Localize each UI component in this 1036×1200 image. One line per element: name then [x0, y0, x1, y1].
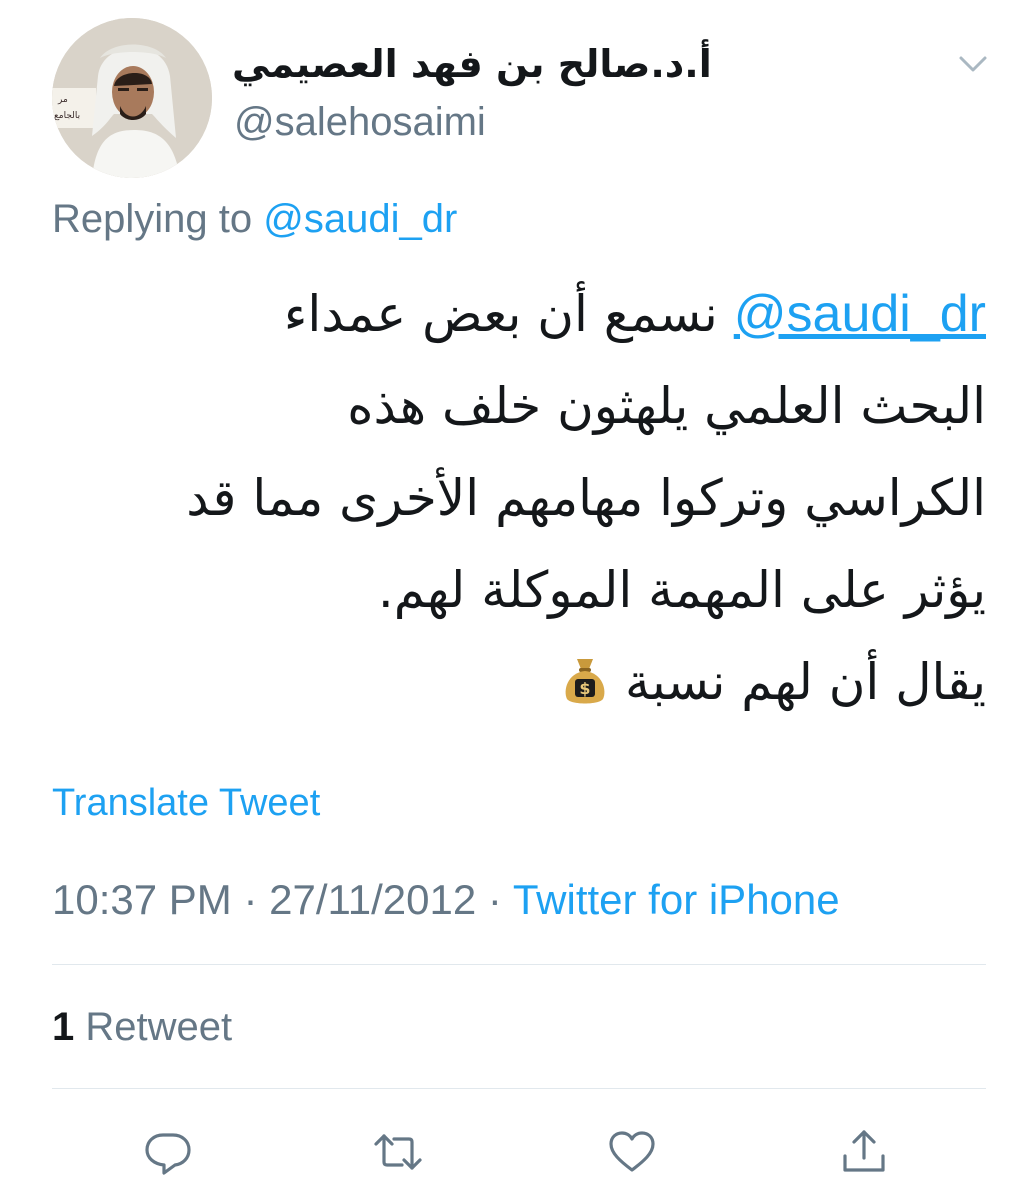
svg-text:$: $ [579, 679, 590, 698]
divider [52, 964, 986, 965]
retweet-icon[interactable] [370, 1124, 426, 1180]
money-bag-icon: $ [565, 659, 605, 704]
reply-icon[interactable] [140, 1124, 196, 1180]
display-name[interactable]: أ.د.صالح بن فهد العصيمي [232, 40, 712, 88]
tweet-line-1: @saudi_dr نسمع أن بعض عمداء [52, 268, 986, 360]
tweet-line-5-text: يقال أن لهم نسبة [624, 653, 986, 711]
replying-to-label: Replying to [52, 197, 253, 241]
tweet-line-2: البحث العلمي يلهثون خلف هذه [347, 377, 986, 435]
meta-separator: · [243, 876, 258, 923]
tweet-mention[interactable]: @saudi_dr [734, 285, 986, 343]
tweet-meta: 10:37 PM · 27/11/2012 · Twitter for iPho… [52, 874, 840, 926]
translate-tweet-link[interactable]: Translate Tweet [52, 780, 320, 826]
avatar-sign-line2: بالجامع [54, 111, 80, 121]
retweet-stats[interactable]: 1 Retweet [52, 1002, 232, 1052]
replying-to: Replying to @saudi_dr [52, 194, 457, 244]
user-handle[interactable]: @salehosaimi [234, 98, 486, 146]
retweet-label: Retweet [85, 1005, 233, 1049]
tweet-date: 27/11/2012 [269, 876, 477, 923]
share-icon[interactable] [836, 1124, 892, 1180]
avatar-sign-line1: مر [57, 95, 68, 105]
like-icon[interactable] [604, 1124, 660, 1180]
avatar-photo: مر بالجامع [52, 18, 212, 178]
replying-to-mention[interactable]: @saudi_dr [263, 197, 457, 241]
tweet-time: 10:37 PM [52, 876, 232, 923]
tweet-line-4: يؤثر على المهمة الموكلة لهم. [377, 561, 986, 619]
tweet-line-5: يقال أن لهم نسبة $ [52, 636, 986, 728]
divider [52, 1088, 986, 1089]
tweet-line-3: الكراسي وتركوا مهامهم الأخرى مما قد [186, 469, 986, 527]
tweet-line-1-text: نسمع أن بعض عمداء [283, 285, 718, 343]
retweet-count: 1 [52, 1005, 75, 1049]
meta-separator: · [487, 876, 502, 923]
tweet-source-link[interactable]: Twitter for iPhone [513, 876, 840, 923]
tweet-text: @saudi_dr نسمع أن بعض عمداء البحث العلمي… [52, 268, 986, 728]
avatar[interactable]: مر بالجامع [52, 18, 212, 178]
tweet-detail: مر بالجامع أ.د.صالح بن فهد العصيمي @sale… [0, 0, 1036, 1200]
chevron-down-icon[interactable] [955, 48, 991, 78]
